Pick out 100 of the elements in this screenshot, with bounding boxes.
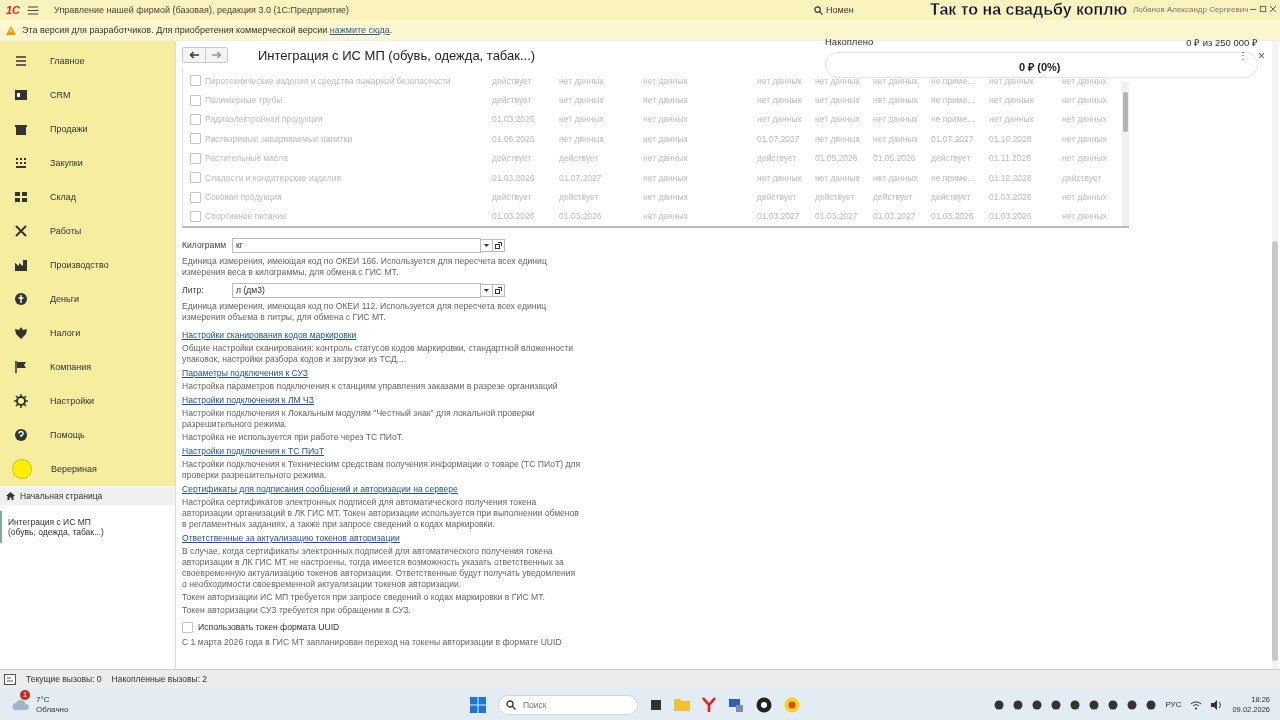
field-description: Единица измерения, имеющая код по ОКЕИ 112. Используется для пересчета всех единиц измерения объема в литры, для обмена с ГИС МТ. [182,301,548,323]
settings-link[interactable]: Ответственные за актуализацию токенов авторизации [182,533,400,544]
more-menu[interactable]: ⋮ [1238,50,1248,61]
table-cell-text: действует [492,75,533,86]
maximize-icon[interactable] [1259,5,1267,13]
table-cell-text: нет данных [643,153,689,164]
section-item[interactable]: Производство [0,248,175,282]
settings-link[interactable]: Параметры подключения к СУЗ [182,368,308,379]
table-scrollbar[interactable] [1122,82,1129,226]
table-cell-text: Сладости и кондитерские изделия [205,172,343,183]
settings-link[interactable]: Настройки подключения к ЛМ ЧЗ [182,395,314,406]
saved-amount: 0 ₽ из 250 000 ₽ [1186,36,1258,49]
start-icon[interactable] [470,696,486,713]
purchase-link[interactable]: нажмите сюда [329,25,390,35]
search-field[interactable]: Номен [814,3,924,17]
tray-icon[interactable] [1051,699,1062,710]
tray-icon[interactable] [1032,699,1043,710]
table-cell-text: нет данных [643,75,689,86]
tools-icon [14,224,28,238]
table-cell-text: Растворимые завариваемые напитки [205,133,354,144]
section-item[interactable]: Закупки [0,146,175,180]
tray-icon[interactable] [1146,699,1157,710]
settings-link[interactable]: Сертификаты для подписания сообщений и авторизации на сервере [182,484,458,495]
back-button[interactable] [183,48,205,62]
caret-icon [484,244,489,247]
open-button[interactable] [493,239,505,252]
table-cell-text: нет данных [643,192,689,203]
table-cell-text: 01.05.2026 [815,153,859,164]
section-item[interactable]: Настройки [0,384,175,418]
menu-icon[interactable] [28,5,39,15]
section-item[interactable]: Деньги [0,282,175,316]
table-cell-text: нет данных [873,95,919,106]
table-cell-text: 01.07.2027 [559,172,603,183]
cloud-icon[interactable] [12,698,30,711]
table-cell-text: нет данных [815,95,861,106]
tray-icon[interactable] [1089,699,1100,710]
open-window-item[interactable]: Начальная страница [0,487,175,505]
section-item[interactable]: Помощь [0,418,175,452]
section-item[interactable]: Главное [0,44,175,78]
table-cell-text: действует [931,153,972,164]
calls-icon[interactable] [4,673,16,685]
table-cell-text: нет данных [757,75,803,86]
section-item[interactable]: Компания [0,350,175,384]
table-cell-text: нет данных [643,114,689,125]
table-cell-text: 01.03.2026 [989,211,1033,222]
table-cell-text: действует [559,192,600,203]
table-cell-text: действует [757,192,798,203]
computer-icon[interactable] [728,696,744,713]
task-view-icon[interactable] [650,698,662,711]
table-cell-text: 01.05.2026 [873,153,917,164]
table-cell-text: нет данных [559,133,605,144]
tray-icon[interactable] [1108,699,1119,710]
section-description: В случае, когда сертификаты электронных подписей для автоматического получения токена авторизации в ЛК ГИС МТ не настроены, тогда имеется возможность указать ответственных за своевременную актуализацию токенов авторизации. Ответственные будут получать уведомления о необходимости своевременной актуализации токенов авторизации. [182,546,577,590]
emblem-icon [14,326,28,340]
language-indicator[interactable]: РУС [1165,700,1182,709]
table-cell-text: не приме... [931,95,976,106]
unit-field[interactable]: кг [232,238,481,253]
arrow-right-icon [211,51,222,59]
unit-field[interactable]: л (дм3) [232,283,481,298]
section-item[interactable]: Верериная [0,452,175,486]
section-item[interactable]: Продажи [0,112,175,146]
table-cell-text: 01.03.2027 [873,211,917,222]
table-cell-text: 01.11.2026 [989,153,1032,164]
dropdown-button[interactable] [481,239,493,252]
close-icon[interactable] [1269,5,1277,13]
tray-icon[interactable] [994,699,1005,710]
user-name[interactable]: Лобанов Александр Сергеевич [1133,5,1249,14]
table-cell-text: 01.03.2026 [492,114,536,125]
open-button[interactable] [493,284,505,297]
table-cell-text: нет данных [643,211,689,222]
browser-icon[interactable] [702,696,716,713]
tray-icon[interactable] [1013,699,1024,710]
section-item[interactable]: Склад [0,180,175,214]
table-cell-text: нет данных [815,172,861,183]
dropdown-button[interactable] [481,284,493,297]
table-cell-text: 01.03.2026 [989,192,1033,203]
section-description: Настройка сертификатов электронных подписей для автоматического получения токена авторизации организаций в ЛК ГИС МТ. Токен авторизации используется при выполнении обменов в регламентных заданиях, а также при запросе сведений о кодах маркировки. [182,497,580,530]
grid-icon [14,190,28,204]
caret-icon [484,289,489,292]
taskbar-search-field[interactable]: Поиск [498,694,638,715]
settings-link[interactable]: Настройки сканирования кодов маркировки [182,330,357,341]
app-icon[interactable] [784,696,800,713]
section-description: Общие настройки сканирования: контроль статусов кодов маркировки, стандартной вложенности упаковок, настройки разбора кодов и загрузки из ТСД,... [182,343,575,365]
close-button[interactable]: × [1258,49,1265,63]
page-scrollbar[interactable] [1272,41,1278,669]
wifi-icon[interactable] [1190,699,1203,710]
section-item[interactable]: Работы [0,214,175,248]
uuid-note: С 1 марта 2026 года в ГИС МТ запланирован переход на токены авторизации в формате UUID [182,637,563,648]
tray-icon[interactable] [1127,699,1138,710]
circle-app-icon[interactable] [756,696,772,713]
avatar-icon [12,459,32,479]
uuid-checkbox[interactable] [182,622,193,633]
section-item[interactable]: CRM [0,78,175,112]
field-label: Литр: [182,285,205,296]
tray-icon[interactable] [1070,699,1081,710]
section-item[interactable]: Налоги [0,316,175,350]
settings-link[interactable]: Настройки подключения к ТС ПИоТ [182,446,325,457]
checkbox-label[interactable]: Использовать токен формата UUID [198,622,340,633]
volume-icon[interactable] [1211,699,1224,710]
table-cell-text: нет данных [989,114,1035,125]
